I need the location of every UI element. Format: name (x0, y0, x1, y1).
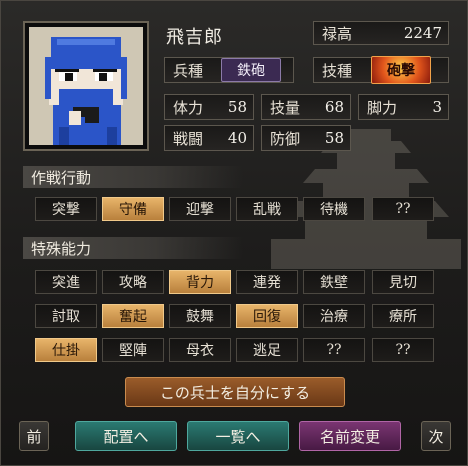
tactic-option[interactable]: 乱戦 (236, 197, 298, 221)
stat-skill-value: 68 (324, 98, 344, 116)
stat-combat: 戦闘 40 (164, 125, 254, 151)
ability-option[interactable]: ?? (372, 338, 434, 362)
tactic-option[interactable]: 待機 (303, 197, 365, 221)
ability-option[interactable]: 討取 (35, 304, 97, 328)
stat-defense-value: 58 (324, 129, 344, 147)
ability-option[interactable]: 突進 (35, 270, 97, 294)
stipend-label: 禄高 (322, 24, 353, 43)
stat-hp-value: 58 (227, 98, 247, 116)
prev-button[interactable]: 前 (19, 421, 49, 451)
ability-option[interactable]: 堅陣 (102, 338, 164, 362)
stat-defense: 防御 58 (261, 125, 351, 151)
tactic-option[interactable]: 守備 (102, 197, 164, 221)
ability-option[interactable]: 攻略 (102, 270, 164, 294)
tactics-title: 作戦行動 (23, 166, 243, 188)
ability-option[interactable]: 母衣 (169, 338, 231, 362)
ability-option[interactable]: 逃足 (236, 338, 298, 362)
ability-option[interactable]: 連発 (236, 270, 298, 294)
stat-speed: 脚力 3 (358, 94, 449, 120)
stipend-value: 2247 (403, 24, 442, 42)
stat-combat-label: 戦闘 (173, 129, 204, 148)
technique-value: 砲撃 (371, 56, 431, 84)
next-button[interactable]: 次 (421, 421, 451, 451)
ability-option[interactable]: 回復 (236, 304, 298, 328)
ability-option[interactable]: 療所 (372, 304, 434, 328)
tactic-option[interactable]: ?? (372, 197, 434, 221)
ability-option[interactable]: 背力 (169, 270, 231, 294)
rename-button[interactable]: 名前変更 (299, 421, 401, 451)
ability-option[interactable]: 仕掛 (35, 338, 97, 362)
stat-skill-label: 技量 (270, 98, 301, 117)
tactic-option[interactable]: 突撃 (35, 197, 97, 221)
stipend-box: 禄高 2247 (313, 21, 449, 45)
place-button[interactable]: 配置へ (75, 421, 177, 451)
ability-option[interactable]: 奮起 (102, 304, 164, 328)
troop-type-label: 兵種 (173, 61, 204, 80)
unit-name: 飛吉郎 (166, 27, 223, 48)
troop-type-value: 鉄砲 (221, 58, 281, 82)
ability-option[interactable]: ?? (303, 338, 365, 362)
stat-skill: 技量 68 (261, 94, 351, 120)
ability-option[interactable]: 治療 (303, 304, 365, 328)
ability-option[interactable]: 見切 (372, 270, 434, 294)
stat-hp: 体力 58 (164, 94, 254, 120)
make-own-button[interactable]: この兵士を自分にする (125, 377, 345, 407)
list-button[interactable]: 一覧へ (187, 421, 289, 451)
stat-defense-label: 防御 (270, 129, 301, 148)
stat-hp-label: 体力 (173, 98, 204, 117)
portrait-frame (23, 21, 149, 151)
tactic-option[interactable]: 迎撃 (169, 197, 231, 221)
stat-combat-value: 40 (227, 129, 247, 147)
ability-option[interactable]: 鉄壁 (303, 270, 365, 294)
ninja-portrait-icon (29, 27, 143, 145)
abilities-title: 特殊能力 (23, 237, 243, 259)
technique-label: 技種 (322, 61, 353, 80)
ability-option[interactable]: 鼓舞 (169, 304, 231, 328)
unit-portrait (29, 27, 143, 145)
stat-speed-label: 脚力 (367, 98, 398, 117)
stat-speed-value: 3 (432, 98, 442, 116)
unit-status-panel: 飛吉郎 禄高 2247 兵種 鉄砲 技種 砲撃 体力 58 技量 68 脚力 3… (0, 0, 468, 466)
